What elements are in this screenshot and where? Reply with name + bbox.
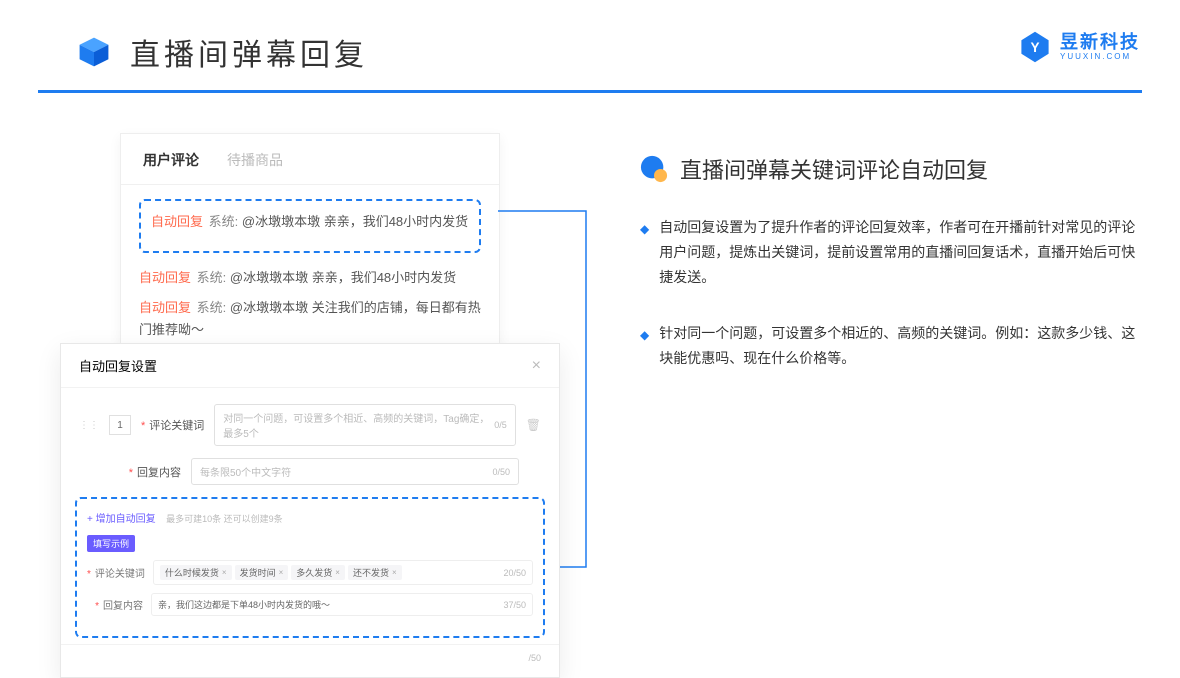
- screenshot-stack: 用户评论 待播商品 自动回复 系统: @冰墩墩本墩 亲亲，我们48小时内发货 自…: [60, 133, 580, 401]
- diamond-bullet-icon: ◆: [640, 219, 649, 291]
- example-tags-container: 什么时候发货×发货时间×多久发货×还不发货×: [160, 565, 405, 580]
- auto-reply-tag: 自动回复: [151, 214, 203, 229]
- keyword-input[interactable]: 对同一个问题，可设置多个相近、高频的关键词，Tag确定，最多5个 0/5: [214, 404, 515, 446]
- add-auto-reply-link[interactable]: + 增加自动回复: [87, 514, 156, 525]
- bullet-point: ◆ 自动回复设置为了提升作者的评论回复效率，作者可在开播前针对常见的评论用户问题…: [640, 215, 1142, 291]
- comment-panel: 用户评论 待播商品 自动回复 系统: @冰墩墩本墩 亲亲，我们48小时内发货 自…: [120, 133, 500, 376]
- keyword-tag: 发货时间×: [235, 565, 289, 580]
- comment-tabs: 用户评论 待播商品: [121, 134, 499, 185]
- page-title: 直播间弹幕回复: [130, 30, 368, 74]
- comment-item: 自动回复 系统: @冰墩墩本墩 亲亲，我们48小时内发货: [139, 267, 481, 289]
- keyword-tag: 还不发货×: [348, 565, 402, 580]
- svg-text:Y: Y: [1030, 40, 1039, 55]
- cube-icon: [76, 34, 112, 70]
- keyword-tag: 什么时候发货×: [160, 565, 232, 580]
- diamond-bullet-icon: ◆: [640, 325, 649, 371]
- tab-pending-goods[interactable]: 待播商品: [227, 150, 283, 170]
- section-title: 直播间弹幕关键词评论自动回复: [680, 153, 988, 185]
- brand-name-cn: 昱新科技: [1060, 33, 1140, 51]
- keyword-tag: 多久发货×: [291, 565, 345, 580]
- chat-bubble-icon: [640, 155, 668, 183]
- drag-handle-icon[interactable]: ⋮⋮: [79, 420, 99, 431]
- footer-counter: /50: [528, 653, 541, 663]
- example-keyword-box: 什么时候发货×发货时间×多久发货×还不发货× 20/50: [153, 560, 533, 585]
- highlighted-comment: 自动回复 系统: @冰墩墩本墩 亲亲，我们48小时内发货: [139, 199, 481, 253]
- brand-name-en: YUUXIN.COM: [1060, 53, 1140, 61]
- system-label: 系统:: [209, 214, 239, 229]
- brand-logo: Y 昱新科技 YUUXIN.COM: [1018, 30, 1140, 64]
- content-input[interactable]: 每条限50个中文字符 0/50: [191, 458, 519, 485]
- page-header: 直播间弹幕回复: [38, 0, 1142, 93]
- close-icon[interactable]: ×: [532, 357, 541, 375]
- example-badge: 填写示例: [87, 535, 135, 552]
- modal-title: 自动回复设置: [79, 356, 157, 375]
- comment-item: 自动回复 系统: @冰墩墩本墩 关注我们的店铺，每日都有热门推荐呦～: [139, 297, 481, 341]
- description-panel: 直播间弹幕关键词评论自动回复 ◆ 自动回复设置为了提升作者的评论回复效率，作者可…: [640, 133, 1142, 401]
- example-callout: + 增加自动回复 最多可建10条 还可以创建9条 填写示例 *评论关键词 什么时…: [75, 497, 545, 638]
- add-hint: 最多可建10条 还可以创建9条: [166, 514, 283, 524]
- delete-icon[interactable]: 🗑: [526, 418, 541, 432]
- auto-reply-settings-modal: 自动回复设置 × ⋮⋮ 1 *评论关键词 对同一个问题，可设置多个相近、高频的关…: [60, 343, 560, 678]
- bullet-point: ◆ 针对同一个问题，可设置多个相近的、高频的关键词。例如：这款多少钱、这块能优惠…: [640, 321, 1142, 371]
- comment-text: @冰墩墩本墩 亲亲，我们48小时内发货: [242, 214, 468, 229]
- rule-index: 1: [109, 415, 131, 435]
- brand-icon: Y: [1018, 30, 1052, 64]
- example-content-box: 亲，我们这边都是下单48小时内发货的哦～ 37/50: [151, 593, 533, 616]
- tab-user-comments[interactable]: 用户评论: [143, 150, 199, 170]
